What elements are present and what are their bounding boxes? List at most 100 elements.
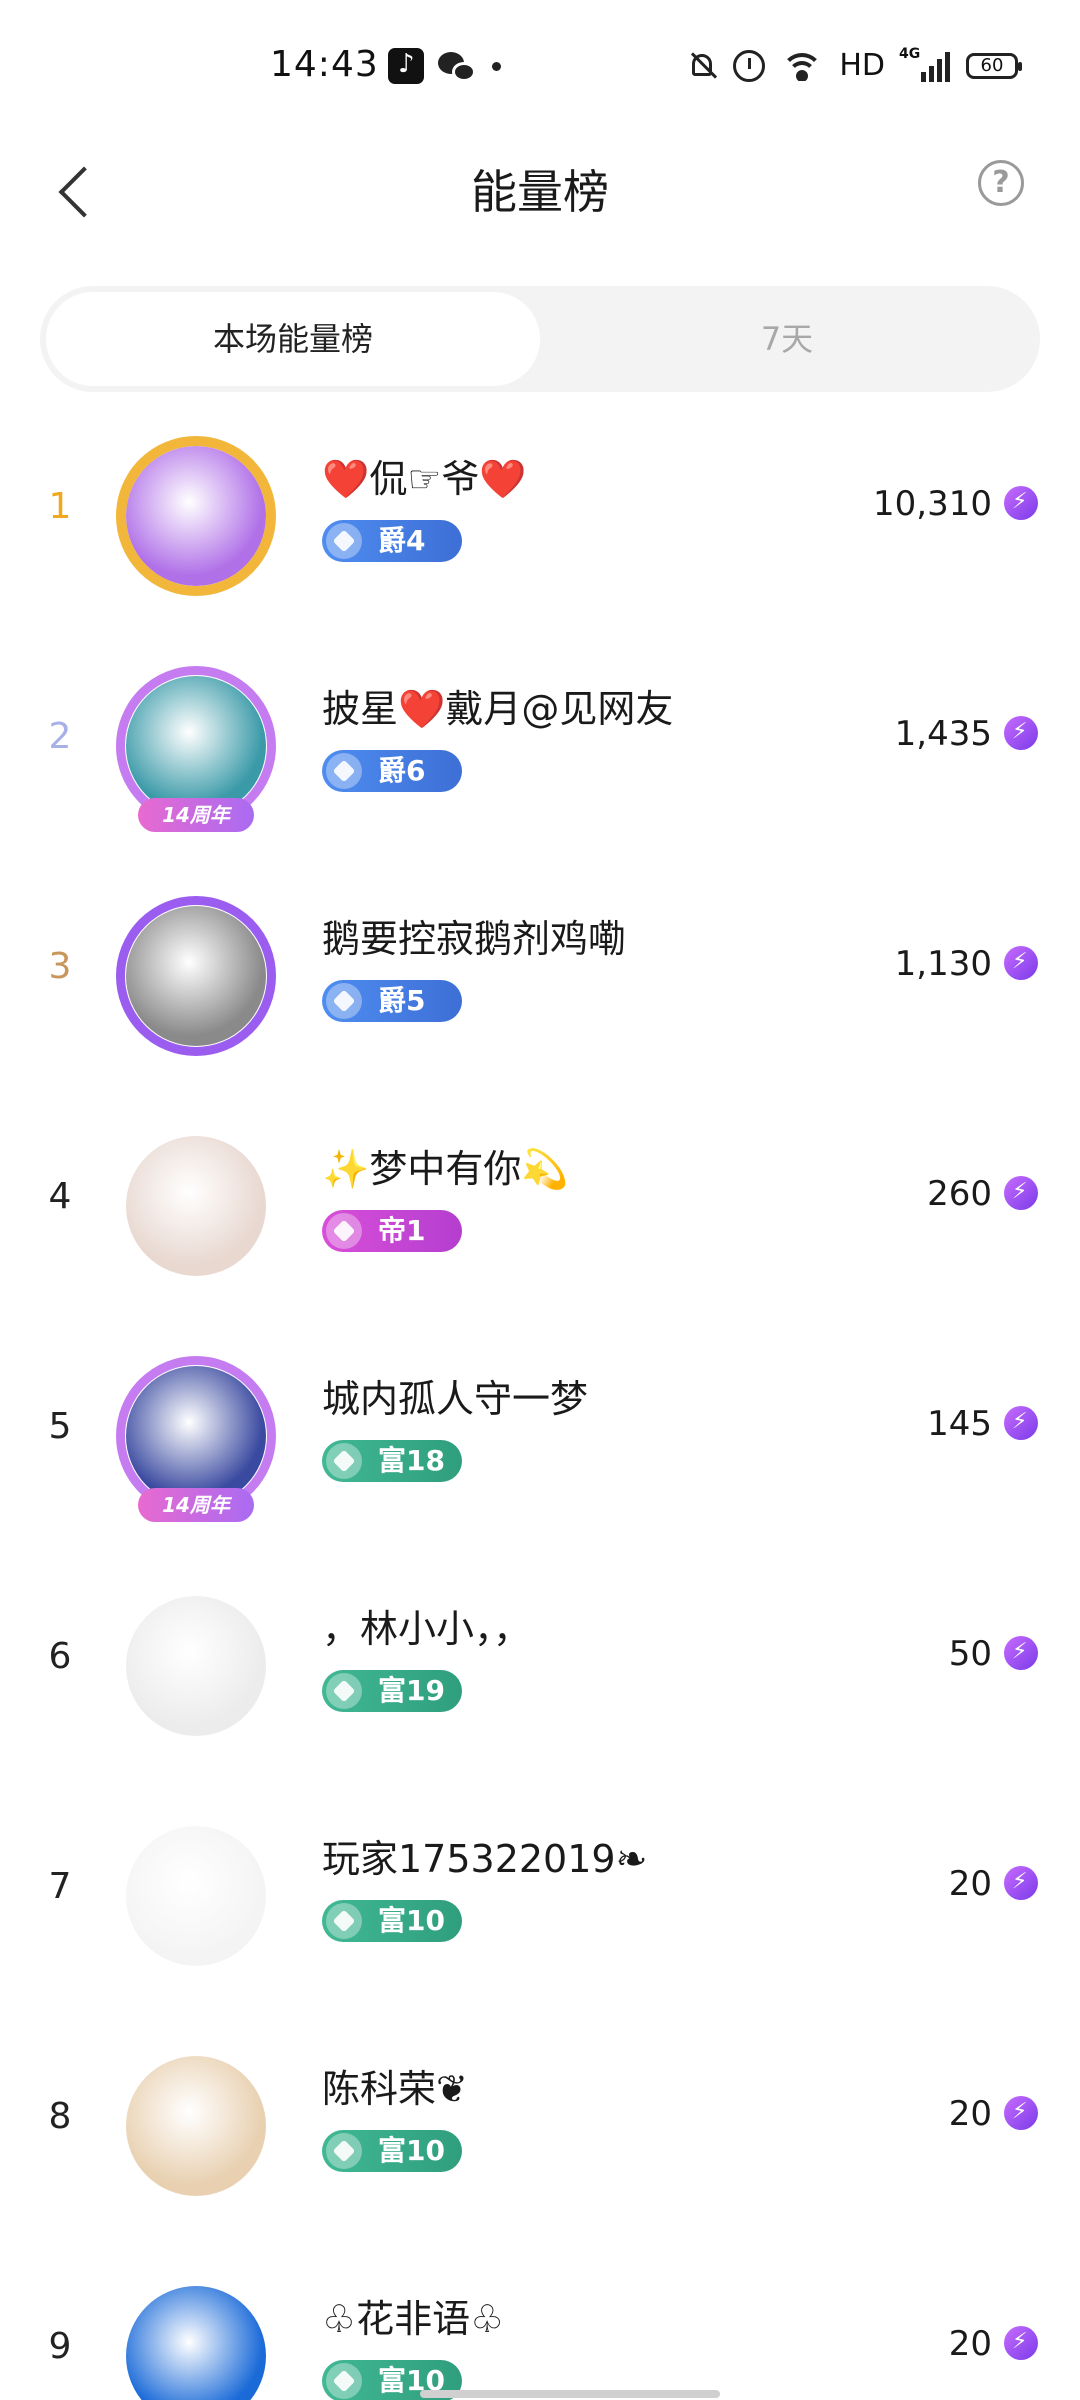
level-label: 富18: [378, 1444, 445, 1477]
avatar[interactable]: [116, 1816, 276, 1976]
more-notifications-dot-icon: [492, 61, 501, 71]
rank-row[interactable]: 3 鹅要控寂鹅剂鸡嘞爵5 1,130: [0, 860, 1080, 1090]
user-name: ♧花非语♧: [322, 2297, 505, 2341]
level-gem-icon: [326, 1903, 362, 1939]
rank-row[interactable]: 9 ♧花非语♧ 富10 20: [0, 2240, 1080, 2400]
energy-score: 10,310: [873, 484, 992, 524]
level-label: 富10: [378, 2134, 445, 2167]
avatar-image: [126, 1596, 266, 1736]
tab-current-session[interactable]: 本场能量榜: [46, 292, 540, 386]
level-gem-icon: [326, 983, 362, 1019]
level-label: 爵4: [378, 524, 426, 557]
level-label: 爵5: [378, 984, 426, 1017]
level-badge: 富18: [322, 1440, 462, 1482]
level-gem-icon: [326, 2133, 362, 2169]
avatar[interactable]: [116, 1126, 276, 1286]
energy-icon: [1004, 486, 1038, 520]
help-icon[interactable]: ?: [978, 160, 1024, 206]
signal-label: 4G: [899, 45, 921, 62]
avatar[interactable]: [116, 2046, 276, 2206]
battery-icon: 60: [966, 52, 1022, 79]
level-gem-icon: [326, 753, 362, 789]
avatar[interactable]: 14周年: [116, 666, 276, 832]
avatar[interactable]: [116, 2276, 276, 2400]
energy-score: 145: [927, 1404, 992, 1444]
tab-7-days[interactable]: 7天: [540, 292, 1034, 386]
avatar-image: [126, 2286, 266, 2400]
level-badge: 富19: [322, 1670, 462, 1712]
energy-score: 1,130: [894, 944, 992, 984]
avatar-image: [126, 2056, 266, 2196]
rank-number: 2: [48, 716, 72, 757]
rank-row[interactable]: 6 ，林小小，， 富19 50: [0, 1550, 1080, 1780]
alarm-icon: [733, 49, 766, 82]
header: 能量榜 ?: [0, 130, 1080, 240]
user-name: 鹅要控寂鹅剂鸡嘞: [322, 917, 627, 961]
user-name: ❤️侃☞爷❤️: [322, 457, 527, 501]
level-gem-icon: [326, 1673, 362, 1709]
energy-score: 20: [948, 1864, 992, 1904]
rank-row[interactable]: 1 ❤️侃☞爷❤️ 爵4 10,310: [0, 400, 1080, 630]
user-name: 陈科荣❦: [322, 2067, 468, 2111]
rank-row[interactable]: 7 玩家175322019❧ 富10 20: [0, 1780, 1080, 2010]
notification-icons: [388, 48, 501, 84]
level-gem-icon: [326, 1213, 362, 1249]
status-bar: 14:43 HD 4G 60: [0, 0, 1080, 130]
status-time: 14:43: [270, 44, 379, 85]
energy-icon: [1004, 946, 1038, 980]
user-name: 玩家175322019❧: [322, 1837, 648, 1881]
avatar[interactable]: 14周年: [116, 1356, 276, 1522]
rank-row[interactable]: 4 ✨梦中有你💫 帝1 260: [0, 1090, 1080, 1320]
home-indicator: [420, 2390, 720, 2398]
level-label: 爵6: [378, 754, 426, 787]
level-badge: 帝1: [322, 1210, 462, 1252]
avatar-image: [126, 1826, 266, 1966]
signal-icon: 4G: [899, 46, 950, 82]
level-badge: 爵5: [322, 980, 462, 1022]
energy-score: 50: [948, 1634, 992, 1674]
level-label: 富19: [378, 1674, 445, 1707]
level-badge: 富10: [322, 2130, 462, 2172]
page-title: 能量榜: [471, 165, 609, 219]
user-name: 城内孤人守一梦: [322, 1377, 589, 1421]
energy-icon: [1004, 1866, 1038, 1900]
rank-number: 3: [48, 946, 72, 987]
user-name: 披星❤️戴月@见网友: [322, 687, 674, 731]
wechat-icon: [438, 48, 478, 84]
avatar[interactable]: [116, 436, 276, 596]
bell-off-icon: [687, 50, 718, 82]
energy-score: 260: [927, 1174, 992, 1214]
energy-icon: [1004, 716, 1038, 750]
energy-score: 20: [948, 2094, 992, 2134]
rank-number: 4: [48, 1176, 72, 1217]
user-name: ，林小小，，: [322, 1607, 532, 1651]
avatar[interactable]: [116, 896, 276, 1056]
rank-row[interactable]: 8 陈科荣❦ 富10 20: [0, 2010, 1080, 2240]
rank-number: 1: [48, 486, 72, 527]
avatar[interactable]: [116, 1586, 276, 1746]
rank-list: 1 ❤️侃☞爷❤️ 爵4 10,310 2 14周年 披星❤️戴月@见网友爵6 1,435 3 鹅…: [0, 400, 1080, 2400]
level-badge: 爵6: [322, 750, 462, 792]
level-badge: 富10: [322, 1900, 462, 1942]
tiktok-icon: [388, 48, 424, 84]
frame-badge: 14周年: [138, 798, 254, 832]
frame-badge: 14周年: [138, 1488, 254, 1522]
energy-score: 1,435: [894, 714, 992, 754]
rank-row[interactable]: 5 14周年 城内孤人守一梦富18 145: [0, 1320, 1080, 1550]
energy-icon: [1004, 1636, 1038, 1670]
level-gem-icon: [326, 1443, 362, 1479]
rank-row[interactable]: 2 14周年 披星❤️戴月@见网友爵6 1,435: [0, 630, 1080, 860]
rank-number: 9: [48, 2326, 72, 2367]
avatar-image: [126, 1136, 266, 1276]
avatar-frame: [116, 436, 276, 596]
level-label: 富10: [378, 1904, 445, 1937]
energy-icon: [1004, 2096, 1038, 2130]
level-badge: 爵4: [322, 520, 462, 562]
rank-number: 5: [48, 1406, 72, 1447]
user-name: ✨梦中有你💫: [322, 1147, 569, 1191]
energy-icon: [1004, 1176, 1038, 1210]
network-label: HD: [839, 48, 885, 83]
level-gem-icon: [326, 523, 362, 559]
system-icons: HD 4G 60: [687, 46, 1022, 83]
rank-number: 6: [48, 1636, 72, 1677]
